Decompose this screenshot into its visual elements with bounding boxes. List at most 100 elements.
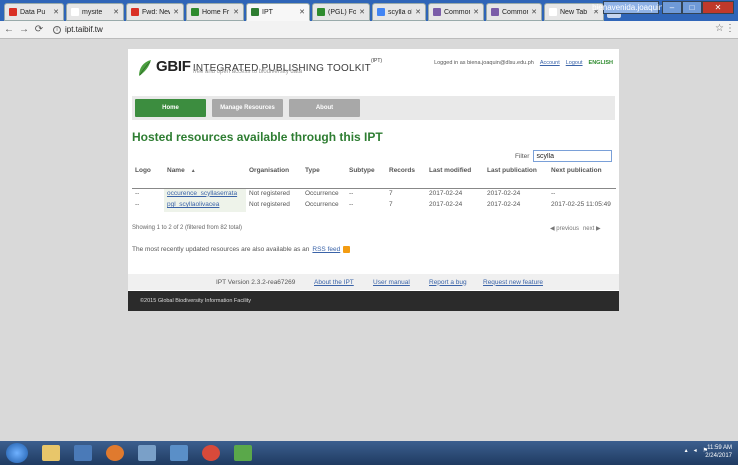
gbif-leaf-icon <box>251 8 259 16</box>
filter-input[interactable] <box>533 150 613 162</box>
clock-date: 2/24/2017 <box>705 453 732 459</box>
back-icon[interactable]: ← <box>3 24 15 35</box>
resource-link[interactable]: occurence_scyllaserrata <box>167 190 237 197</box>
chrome-icon[interactable] <box>202 445 220 461</box>
app-icon[interactable] <box>234 445 252 461</box>
close-tab-icon[interactable]: ✕ <box>473 8 479 16</box>
close-window-button[interactable]: ✕ <box>702 1 734 14</box>
close-tab-icon[interactable]: ✕ <box>359 8 365 16</box>
cell-name: pgl_scyllaolivacea <box>164 200 246 212</box>
clock-time: 11:59 AM <box>707 445 732 451</box>
col-last-publication[interactable]: Last publication <box>484 165 548 189</box>
logged-in-text: Logged in as biena.joaquin@dlsu.edu.ph <box>434 60 534 66</box>
network-icon[interactable]: ▴ <box>685 447 688 454</box>
cell-last-modified: 2017-02-24 <box>429 201 463 208</box>
clock[interactable]: 11:59 AM 2/24/2017 <box>705 444 732 460</box>
browser-tab[interactable]: mysite ✕ <box>66 3 124 21</box>
col-organisation[interactable]: Organisation <box>246 165 302 189</box>
close-tab-icon[interactable]: ✕ <box>113 8 119 16</box>
menu-icon[interactable]: ⋮ <box>725 23 735 34</box>
maximize-button[interactable]: □ <box>682 1 702 14</box>
firefox-icon[interactable] <box>106 445 124 461</box>
cell-last-publication: 2017-02-24 <box>487 189 521 197</box>
cell-type: Occurrence <box>305 201 339 208</box>
browser-tab[interactable]: (PGL) For ✕ <box>312 3 370 21</box>
browser-tab[interactable]: scylla olv✕ <box>372 3 426 21</box>
browser-tab-active[interactable]: IPT ✕ <box>246 3 310 21</box>
file-explorer-icon[interactable] <box>42 445 60 461</box>
request-feature-link[interactable]: Request new feature <box>483 279 543 286</box>
ipt-title-sup: (IPT) <box>370 58 383 64</box>
cell-last-modified: 2017-02-24 <box>429 189 463 197</box>
window-controls: bienavenida.joaquin... – □ ✕ <box>592 1 734 15</box>
previous-button[interactable]: ◀ previous <box>550 225 579 232</box>
profile-button[interactable]: bienavenida.joaquin... <box>592 1 670 14</box>
browser-tab-strip: Data Pu ✕ mysite ✕ Fwd: New ✕ Home Fr ✕ IPT ✕… <box>0 0 738 21</box>
user-manual-link[interactable]: User manual <box>373 279 410 286</box>
start-button[interactable] <box>6 443 28 463</box>
close-tab-icon[interactable]: ✕ <box>233 8 239 16</box>
app-icon[interactable] <box>138 445 156 461</box>
gbif-logo[interactable]: GBIF INTEGRATED PUBLISHING TOOLKIT(IPT) <box>137 58 382 78</box>
cell-organisation: Not registered <box>249 189 290 197</box>
nav-manage-resources-button[interactable]: Manage Resources <box>212 99 283 117</box>
windows-taskbar: ▴ ◂ ⚑ 11:59 AM 2/24/2017 <box>0 441 738 465</box>
col-name[interactable]: Name ▲ <box>164 165 246 189</box>
cell-subtype: -- <box>349 201 354 208</box>
browser-tab[interactable]: Commor ✕ <box>486 3 542 21</box>
about-ipt-link[interactable]: About the IPT <box>314 279 354 286</box>
footer-links: IPT Version 2.3.2-rea67269 About the IPT… <box>128 274 619 290</box>
logout-link[interactable]: Logout <box>566 60 583 66</box>
app-icon[interactable] <box>170 445 188 461</box>
gbif-leaf-icon <box>139 60 151 76</box>
language-selector[interactable]: ENGLISH <box>589 60 613 66</box>
bookmark-star-icon[interactable]: ☆ <box>715 23 724 34</box>
rss-icon[interactable] <box>343 246 351 253</box>
close-tab-icon[interactable]: ✕ <box>173 8 179 16</box>
col-subtype[interactable]: Subtype <box>346 165 386 189</box>
col-last-modified[interactable]: Last modified <box>426 165 484 189</box>
page-icon <box>433 8 441 16</box>
browser-tab[interactable]: Data Pu ✕ <box>4 3 64 21</box>
cell-last-publication: 2017-02-24 <box>487 201 521 208</box>
showing-count: Showing 1 to 2 of 2 (filtered from 82 to… <box>132 225 243 231</box>
close-tab-icon[interactable]: ✕ <box>415 8 421 16</box>
nav-about-button[interactable]: About <box>289 99 360 117</box>
rss-feed-link[interactable]: RSS feed <box>312 246 340 253</box>
media-player-icon[interactable] <box>74 445 92 461</box>
ipt-version: IPT Version 2.3.2-rea67269 <box>216 278 296 286</box>
col-type[interactable]: Type <box>302 165 346 189</box>
info-icon[interactable]: i <box>53 25 61 34</box>
filter-label: Filter <box>515 152 530 160</box>
volume-icon[interactable]: ◂ <box>694 447 697 454</box>
cell-subtype: -- <box>349 189 354 197</box>
browser-tab[interactable]: Home Fr ✕ <box>186 3 244 21</box>
main-nav: Home Manage Resources About <box>132 96 615 120</box>
gbif-brand: GBIF <box>156 58 191 75</box>
rss-note: The most recently updated resources are … <box>132 246 351 253</box>
browser-tab[interactable]: Commor ✕ <box>428 3 484 21</box>
col-next-publication[interactable]: Next publication <box>548 165 616 189</box>
next-button[interactable]: next ▶ <box>583 225 601 232</box>
gmail-icon <box>131 8 139 16</box>
ipt-page: GBIF INTEGRATED PUBLISHING TOOLKIT(IPT) … <box>128 49 619 311</box>
url-field[interactable]: i ipt.taibif.tw <box>53 25 103 34</box>
browser-tab[interactable]: Fwd: New ✕ <box>126 3 184 21</box>
report-bug-link[interactable]: Report a bug <box>429 279 467 286</box>
table-row: -- pgl_scyllaolivacea Not registered Occ… <box>132 200 616 212</box>
col-records[interactable]: Records <box>386 165 426 189</box>
nav-home-button[interactable]: Home <box>135 99 206 117</box>
cell-next-publication: -- <box>551 189 556 197</box>
close-tab-icon[interactable]: ✕ <box>531 8 537 16</box>
minimize-button[interactable]: – <box>662 1 682 14</box>
resource-link[interactable]: pgl_scyllaolivacea <box>167 201 219 208</box>
reload-icon[interactable]: ⟳ <box>33 24 45 35</box>
forward-icon[interactable]: → <box>18 24 30 35</box>
close-tab-icon[interactable]: ✕ <box>299 8 305 16</box>
cell-type: Occurrence <box>305 189 339 197</box>
col-logo[interactable]: Logo <box>132 165 164 189</box>
account-link[interactable]: Account <box>540 60 560 66</box>
page-icon <box>491 8 499 16</box>
login-bar: Logged in as biena.joaquin@dlsu.edu.ph A… <box>434 60 613 66</box>
close-tab-icon[interactable]: ✕ <box>53 8 59 16</box>
